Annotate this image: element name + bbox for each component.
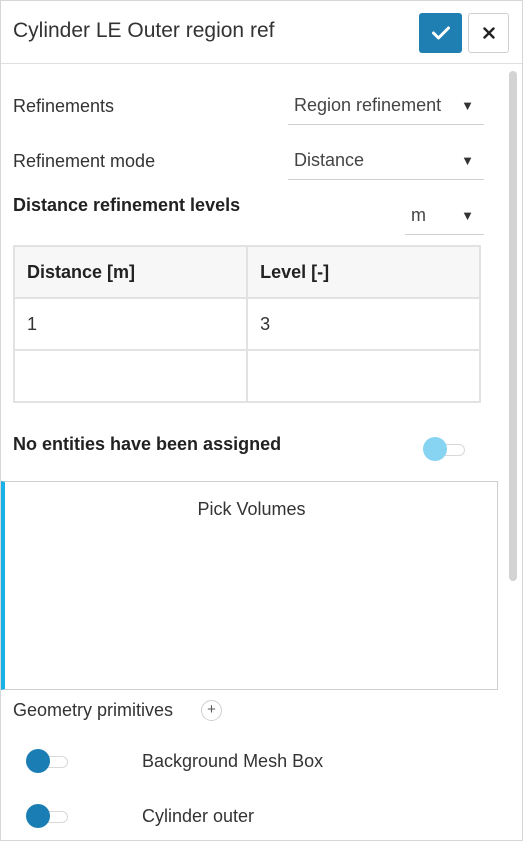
assignment-toggle[interactable] xyxy=(423,437,467,461)
scrollbar-thumb[interactable] xyxy=(509,71,517,581)
close-button[interactable] xyxy=(468,13,509,53)
distance-levels-title: Distance refinement levels xyxy=(13,195,241,215)
table-cell-distance[interactable] xyxy=(12,349,249,403)
table-cell-distance[interactable]: 1 xyxy=(12,297,249,351)
refinement-mode-label: Refinement mode xyxy=(13,151,156,171)
unit-select[interactable]: m ▼ xyxy=(405,199,484,235)
scrollbar[interactable] xyxy=(506,65,522,840)
pick-volumes-area[interactable]: Pick Volumes xyxy=(1,481,498,690)
geometry-primitives-label: Geometry primitives xyxy=(13,700,174,720)
geometry-item-label: Background Mesh Box xyxy=(142,751,324,771)
add-geometry-button[interactable]: + xyxy=(201,700,222,721)
distance-levels-table: Distance [m] Level [-] 1 3 xyxy=(12,245,481,403)
toggle-knob xyxy=(26,749,50,773)
unit-select-value: m xyxy=(411,205,426,225)
confirm-button[interactable] xyxy=(419,13,462,53)
table-row: 1 3 xyxy=(12,297,481,351)
column-header-level: Level [-] xyxy=(246,245,481,299)
assignment-message: No entities have been assigned xyxy=(13,434,282,454)
plus-icon: + xyxy=(207,701,216,718)
caret-down-icon: ▼ xyxy=(461,208,474,223)
check-icon xyxy=(431,26,450,40)
refinement-mode-select[interactable]: Distance ▼ xyxy=(288,144,484,180)
panel-content: Refinements Region refinement ▼ Refineme… xyxy=(1,65,506,840)
table-cell-level[interactable]: 3 xyxy=(246,297,481,351)
refinements-select-value: Region refinement xyxy=(294,95,442,115)
toggle-knob xyxy=(26,804,50,828)
close-icon xyxy=(482,27,495,39)
panel-header: Cylinder LE Outer region ref xyxy=(1,1,522,64)
cylinder-outer-toggle[interactable] xyxy=(26,804,70,828)
caret-down-icon: ▼ xyxy=(461,98,474,113)
caret-down-icon: ▼ xyxy=(461,153,474,168)
column-header-distance: Distance [m] xyxy=(12,245,249,299)
pick-volumes-label: Pick Volumes xyxy=(197,499,306,519)
table-row xyxy=(12,349,481,403)
background-mesh-box-toggle[interactable] xyxy=(26,749,70,773)
refinement-panel: Cylinder LE Outer region ref Refinements… xyxy=(0,0,523,841)
table-header-row: Distance [m] Level [-] xyxy=(12,245,481,299)
panel-title: Cylinder LE Outer region ref xyxy=(13,19,275,42)
refinements-select[interactable]: Region refinement ▼ xyxy=(288,89,484,125)
refinements-label: Refinements xyxy=(13,96,115,116)
toggle-knob xyxy=(423,437,447,461)
refinement-mode-select-value: Distance xyxy=(294,150,365,170)
geometry-item-label: Cylinder outer xyxy=(142,806,255,826)
table-cell-level[interactable] xyxy=(246,349,481,403)
